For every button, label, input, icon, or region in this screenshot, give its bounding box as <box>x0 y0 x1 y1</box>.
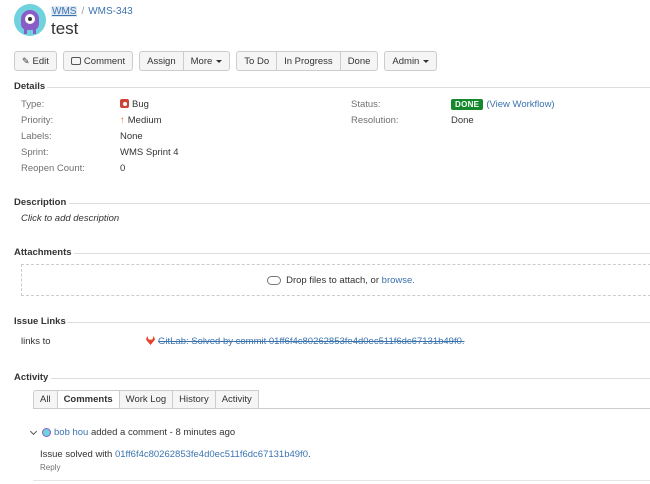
comment-body: Issue solved with 01ff6f4c80262853fe4d0e… <box>40 449 311 460</box>
project-avatar[interactable] <box>14 4 46 36</box>
admin-button-label: Admin <box>392 55 420 67</box>
comment-group: Comment <box>62 51 134 71</box>
browse-link[interactable]: browse. <box>382 275 415 286</box>
details-section-heading[interactable]: Details <box>14 81 650 92</box>
priority-value[interactable]: ↑ Medium <box>120 115 162 126</box>
comment-button[interactable]: Comment <box>62 51 134 71</box>
more-button[interactable]: More <box>183 51 231 71</box>
issue-title[interactable]: test <box>51 19 78 39</box>
labels-value[interactable]: None <box>120 131 143 142</box>
edit-button-label: Edit <box>32 55 49 67</box>
issue-toolbar: ✎ Edit Comment Assign More To Do In Progr… <box>14 51 443 71</box>
priority-up-arrow-icon: ↑ <box>120 115 125 126</box>
workflow-group: To Do In Progress Done <box>236 51 379 71</box>
activity-section-heading[interactable]: Activity <box>14 372 650 383</box>
comment-icon <box>70 57 81 65</box>
edit-group: ✎ Edit <box>14 51 57 71</box>
user-avatar[interactable] <box>42 428 51 437</box>
avatar-leg <box>24 28 27 34</box>
more-button-label: More <box>190 55 213 67</box>
gitlab-link[interactable]: GitLab: Solved by commit 01ff6f4c8026285… <box>146 336 465 347</box>
resolution-value: Done <box>451 115 474 126</box>
priority-label: Priority: <box>21 115 54 126</box>
comment-button-label: Comment <box>83 55 126 67</box>
attachments-heading-text: Attachments <box>14 247 72 258</box>
section-divider <box>74 253 650 254</box>
section-divider <box>51 378 650 379</box>
todo-button[interactable]: To Do <box>236 51 278 71</box>
reopen-count-label: Reopen Count: <box>21 163 85 174</box>
type-value-text: Bug <box>132 99 149 110</box>
priority-value-text: Medium <box>127 115 162 126</box>
issue-links-heading-text: Issue Links <box>14 316 66 327</box>
details-heading-text: Details <box>14 81 46 92</box>
breadcrumb-project-link[interactable]: WMS <box>51 6 78 17</box>
gitlab-link-text: GitLab: Solved by commit 01ff6f4c8026285… <box>158 336 465 347</box>
description-placeholder[interactable]: Click to add description <box>21 213 119 224</box>
dropzone-text: Drop files to attach, or <box>286 274 380 286</box>
activity-heading-text: Activity <box>14 372 49 383</box>
assign-button[interactable]: Assign <box>139 51 184 71</box>
pencil-icon: ✎ <box>22 55 30 66</box>
in-progress-button[interactable]: In Progress <box>277 51 341 71</box>
cloud-upload-icon <box>267 275 282 285</box>
resolution-label: Resolution: <box>351 115 399 126</box>
section-divider <box>69 203 650 204</box>
issue-links-section-heading[interactable]: Issue Links <box>14 316 650 327</box>
admin-group: Admin <box>384 51 438 71</box>
bug-icon <box>120 99 129 108</box>
chevron-down-icon <box>423 59 430 63</box>
status-label: Status: <box>351 99 381 110</box>
breadcrumb: WMS / WMS-343 <box>51 6 133 17</box>
tabs-divider <box>33 408 650 409</box>
attachments-section-heading[interactable]: Attachments <box>14 247 650 258</box>
activity-tabs: All Comments Work Log History Activity <box>33 390 259 409</box>
reopen-count-value: 0 <box>120 163 126 174</box>
sprint-label: Sprint: <box>21 147 49 158</box>
tab-history[interactable]: History <box>173 390 216 409</box>
sprint-value[interactable]: WMS Sprint 4 <box>120 147 179 158</box>
comment-body-text: Issue solved with <box>40 449 113 460</box>
comment-divider <box>33 480 650 481</box>
section-divider <box>47 87 650 88</box>
assign-group: Assign More <box>139 51 231 71</box>
description-heading-text: Description <box>14 197 67 208</box>
type-value[interactable]: Bug <box>120 99 149 110</box>
done-button[interactable]: Done <box>340 51 379 71</box>
labels-label: Labels: <box>21 131 52 142</box>
avatar-leg <box>33 28 36 34</box>
status-value: DONE (View Workflow) <box>451 99 555 110</box>
tab-work-log[interactable]: Work Log <box>119 390 174 409</box>
view-workflow-link[interactable]: (View Workflow) <box>486 99 554 110</box>
link-relation: links to <box>21 336 51 347</box>
breadcrumb-issue-key[interactable]: WMS-343 <box>88 6 132 17</box>
gitlab-icon <box>146 336 155 345</box>
admin-button[interactable]: Admin <box>384 51 438 71</box>
tab-activity[interactable]: Activity <box>215 390 259 409</box>
edit-button[interactable]: ✎ Edit <box>14 51 57 71</box>
tab-all[interactable]: All <box>33 390 58 409</box>
commit-link[interactable]: 01ff6f4c80262853fe4d0ec511f6dc67131b49f0 <box>115 449 308 460</box>
comment-header: bob hou added a comment - 8 minutes ago <box>29 427 236 438</box>
chevron-down-icon <box>216 59 223 63</box>
comment-author-link[interactable]: bob hou <box>54 427 88 438</box>
section-divider <box>67 322 650 323</box>
tab-comments[interactable]: Comments <box>57 390 120 409</box>
description-section-heading[interactable]: Description <box>14 197 650 208</box>
attachment-dropzone[interactable]: Drop files to attach, or browse. <box>21 264 650 296</box>
avatar-pupil <box>28 17 32 21</box>
reply-link[interactable]: Reply <box>40 463 60 472</box>
breadcrumb-separator: / <box>81 6 85 17</box>
comment-body-suffix: . <box>307 449 311 460</box>
comment-action-text: added a comment - 8 minutes ago <box>90 427 236 438</box>
status-badge: DONE <box>451 99 484 110</box>
chevron-down-icon[interactable] <box>29 427 38 435</box>
type-label: Type: <box>21 99 45 110</box>
